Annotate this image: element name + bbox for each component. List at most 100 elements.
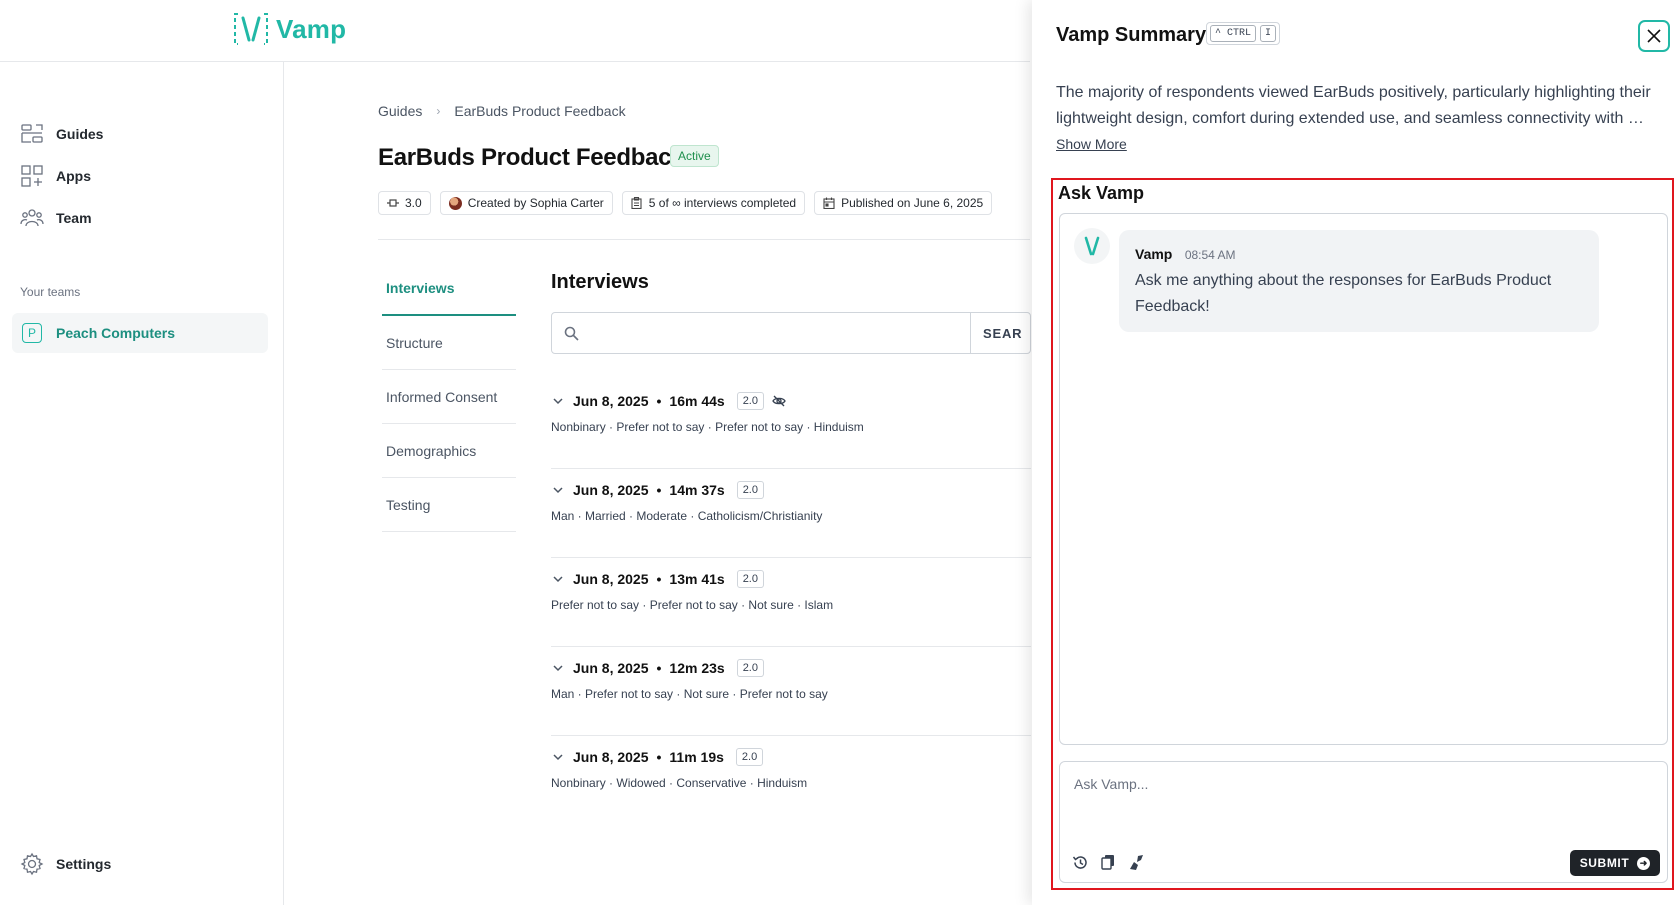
breadcrumb-current: EarBuds Product Feedback: [454, 103, 626, 119]
teams-section-label: Your teams: [20, 285, 81, 299]
interview-row[interactable]: Jun 8, 2025 • 14m 37s 2.0 Man · Married …: [551, 469, 1031, 558]
interview-demographics: Nonbinary · Prefer not to say · Prefer n…: [551, 420, 864, 434]
history-icon[interactable]: [1070, 852, 1090, 872]
chat-history[interactable]: Vamp 08:54 AM Ask me anything about the …: [1059, 213, 1668, 745]
interview-row[interactable]: Jun 8, 2025 • 16m 44s 2.0 Nonbinary · Pr…: [551, 380, 1031, 469]
interview-version: 2.0: [736, 570, 764, 588]
interview-row[interactable]: Jun 8, 2025 • 11m 19s 2.0 Nonbinary · Wi…: [551, 736, 1031, 825]
avatar: [448, 196, 462, 210]
interview-version: 2.0: [736, 481, 764, 499]
interview-date: Jun 8, 2025: [573, 482, 649, 498]
interview-demographics: Man · Prefer not to say · Not sure · Pre…: [551, 687, 828, 701]
interview-duration: 12m 23s: [669, 660, 725, 676]
show-more-link[interactable]: Show More: [1056, 136, 1127, 152]
guides-icon: [21, 124, 43, 143]
sidebar-item-guides[interactable]: Guides: [20, 122, 103, 146]
tab-demographics[interactable]: Demographics: [382, 424, 516, 478]
app-name: Vamp: [276, 13, 347, 44]
bullet-separator: •: [656, 749, 662, 765]
chevron-down-icon[interactable]: [551, 394, 565, 408]
apps-icon: [21, 165, 43, 187]
tab-structure[interactable]: Structure: [382, 316, 516, 370]
sidebar: Guides Apps Team Your teams P Peach Comp…: [0, 62, 284, 905]
breadcrumb: Guides › EarBuds Product Feedback: [378, 103, 626, 119]
clipboard-icon: [631, 197, 643, 209]
tab-interviews[interactable]: Interviews: [382, 262, 516, 316]
page-title: EarBuds Product Feedback: [378, 144, 685, 171]
interview-row-header: Jun 8, 2025 • 16m 44s 2.0: [551, 392, 786, 410]
ask-vamp-section: Ask Vamp Vamp 08:54 AM Ask me anything a…: [1051, 178, 1674, 890]
completion-chip: 5 of ∞ interviews completed: [621, 191, 806, 215]
chevron-down-icon[interactable]: [551, 750, 565, 764]
completion-text: 5 of ∞ interviews completed: [648, 196, 797, 210]
ask-vamp-title: Ask Vamp: [1058, 183, 1145, 203]
breadcrumb-guides-link[interactable]: Guides: [378, 103, 422, 119]
sidebar-item-settings[interactable]: Settings: [20, 852, 111, 876]
interview-demographics: Prefer not to say · Prefer not to say · …: [551, 598, 834, 612]
search-button[interactable]: SEAR: [970, 313, 1030, 353]
close-icon: [1647, 29, 1661, 43]
tab-testing[interactable]: Testing: [382, 478, 516, 532]
bullet-separator: •: [656, 660, 662, 676]
search-icon: [552, 313, 590, 353]
interview-row-header: Jun 8, 2025 • 14m 37s 2.0: [551, 481, 764, 499]
creator-chip: Created by Sophia Carter: [439, 191, 613, 215]
shortcut-i-key: I: [1260, 25, 1277, 42]
sidebar-item-team[interactable]: Team: [20, 206, 92, 230]
shortcut-ctrl-key: ^ CTRL: [1210, 25, 1257, 42]
guide-meta-row: 3.0 Created by Sophia Carter 5 of ∞ inte…: [378, 191, 993, 215]
creator-text: Created by Sophia Carter: [467, 196, 604, 210]
team-badge: P: [22, 323, 42, 343]
status-badge: Active: [670, 145, 719, 167]
interview-date: Jun 8, 2025: [573, 660, 649, 676]
interview-version: 2.0: [736, 392, 764, 410]
sidebar-item-label: Apps: [56, 168, 91, 184]
close-button[interactable]: [1638, 20, 1670, 52]
panel-title: Vamp Summary: [1056, 24, 1207, 46]
sidebar-item-apps[interactable]: Apps: [20, 164, 91, 188]
interview-version: 2.0: [736, 659, 764, 677]
gear-icon: [20, 852, 44, 876]
search-input[interactable]: [590, 313, 970, 353]
app-logo[interactable]: Vamp: [232, 10, 346, 48]
sidebar-item-label: Team: [56, 210, 92, 226]
published-chip: Published on June 6, 2025: [814, 191, 993, 215]
message-text: Ask me anything about the responses for …: [1135, 272, 1552, 315]
interview-duration: 14m 37s: [669, 482, 725, 498]
eye-off-icon: [772, 395, 786, 407]
version-value: 3.0: [405, 196, 422, 210]
top-bar: Vamp: [0, 0, 1030, 62]
clean-brush-icon[interactable]: [1126, 852, 1146, 872]
interviews-title: Interviews: [551, 271, 649, 293]
interview-row-header: Jun 8, 2025 • 11m 19s 2.0: [551, 748, 764, 766]
interview-row-header: Jun 8, 2025 • 12m 23s 2.0: [551, 659, 764, 677]
sidebar-item-label: Guides: [56, 126, 104, 142]
vamp-logo-icon: [1084, 236, 1100, 256]
tab-informed-consent[interactable]: Informed Consent: [382, 370, 516, 424]
published-text: Published on June 6, 2025: [841, 196, 984, 210]
vamp-summary-panel: Vamp Summary ^ CTRL I The majority of re…: [1032, 0, 1679, 905]
ask-vamp-input[interactable]: [1074, 776, 1654, 826]
interview-duration: 13m 41s: [669, 571, 725, 587]
submit-button[interactable]: SUBMIT ➜: [1570, 850, 1660, 876]
team-item-peach-computers[interactable]: P Peach Computers: [12, 313, 268, 353]
keyboard-shortcut: ^ CTRL I: [1206, 22, 1281, 45]
bullet-separator: •: [656, 393, 662, 409]
interview-date: Jun 8, 2025: [573, 393, 649, 409]
bullet-separator: •: [656, 482, 662, 498]
chevron-down-icon[interactable]: [551, 572, 565, 586]
chevron-down-icon[interactable]: [551, 661, 565, 675]
chevron-down-icon[interactable]: [551, 483, 565, 497]
submit-label: SUBMIT: [1579, 856, 1630, 870]
interview-row[interactable]: Jun 8, 2025 • 12m 23s 2.0 Man · Prefer n…: [551, 647, 1031, 736]
copy-icon[interactable]: [1098, 852, 1118, 872]
interview-demographics: Man · Married · Moderate · Catholicism/C…: [551, 509, 823, 523]
interview-row[interactable]: Jun 8, 2025 • 13m 41s 2.0 Prefer not to …: [551, 558, 1031, 647]
chat-message: Vamp 08:54 AM Ask me anything about the …: [1119, 230, 1599, 332]
calendar-icon: [823, 197, 835, 209]
interview-date: Jun 8, 2025: [573, 571, 649, 587]
interview-search: SEAR: [551, 312, 1031, 354]
team-name: Peach Computers: [56, 325, 176, 341]
bullet-separator: •: [656, 571, 662, 587]
vamp-logo-icon: [234, 13, 268, 45]
